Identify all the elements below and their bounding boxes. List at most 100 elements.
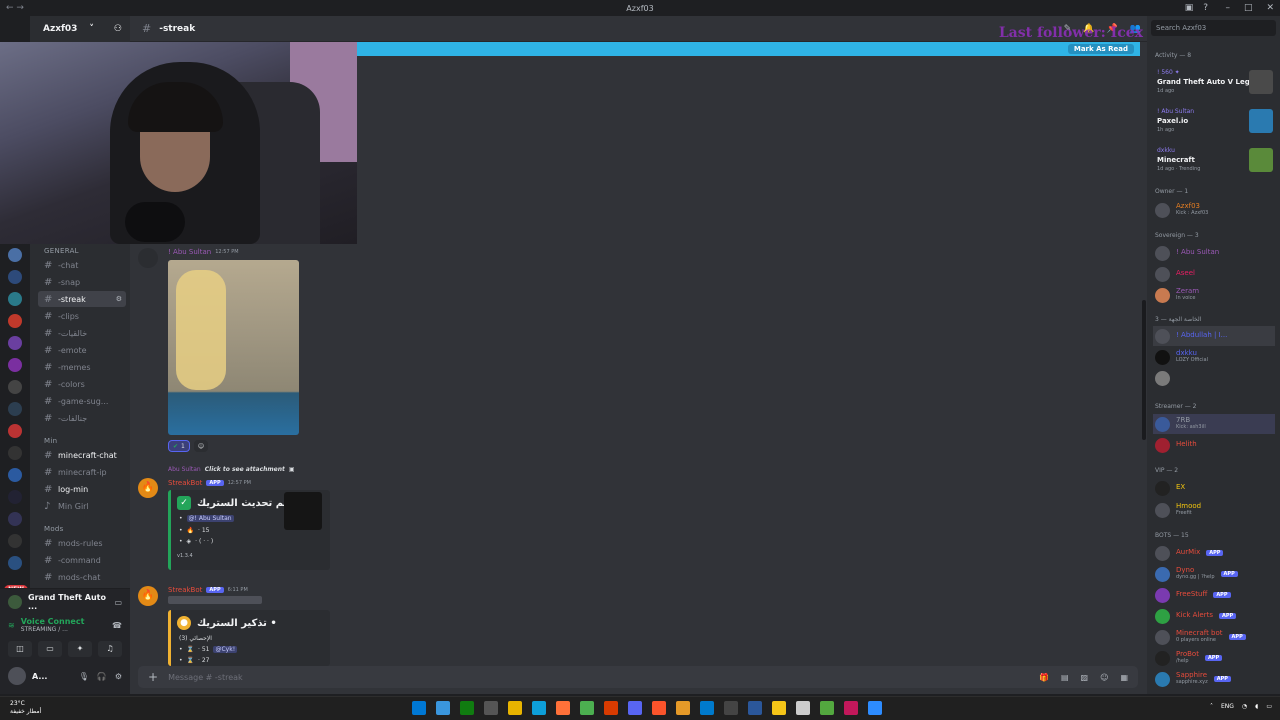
- activity-card[interactable]: ! Abu Sultan Paxel.io 1h ago: [1153, 107, 1275, 143]
- taskbar-app-icon[interactable]: [796, 701, 810, 715]
- emoji-icon[interactable]: ☺: [1100, 673, 1108, 682]
- member-item[interactable]: Zeram In voice: [1153, 285, 1275, 305]
- channel-item[interactable]: # -command: [38, 552, 126, 568]
- member-item[interactable]: Dyno dyno.gg | ?help APP: [1153, 564, 1275, 584]
- taskbar-app-icon[interactable]: [508, 701, 522, 715]
- close-button[interactable]: ✕: [1266, 3, 1274, 13]
- member-item[interactable]: dxkku LOZY Official: [1153, 347, 1275, 367]
- server-icon[interactable]: [8, 402, 22, 416]
- plus-icon[interactable]: +: [148, 670, 158, 684]
- server-icon[interactable]: [8, 314, 22, 328]
- message-author[interactable]: StreakBot: [168, 479, 202, 487]
- taskbar-app-icon[interactable]: [676, 701, 690, 715]
- server-icon[interactable]: [8, 248, 22, 262]
- category-min[interactable]: Min: [44, 437, 57, 445]
- reaction-check[interactable]: ✔ 1: [168, 440, 190, 452]
- channel-item[interactable]: # -chat: [38, 257, 126, 273]
- chevron-up-icon[interactable]: ˄: [1210, 703, 1213, 710]
- taskbar-app-icon[interactable]: [436, 701, 450, 715]
- channel-item[interactable]: # -خالقيات: [38, 325, 126, 341]
- member-item[interactable]: [1153, 368, 1275, 388]
- volume-icon[interactable]: ◖: [1255, 703, 1258, 710]
- voice-status[interactable]: ≋ Voice Connect STREAMING / ... ☎: [0, 617, 130, 633]
- channel-item[interactable]: # -memes: [38, 359, 126, 375]
- channel-item[interactable]: # -game-sug...: [38, 393, 126, 409]
- system-tray[interactable]: ˄ ENG ◔ ◖ ▭: [1210, 703, 1272, 710]
- category-general[interactable]: GENERAL: [44, 247, 79, 255]
- taskbar-app-icon[interactable]: [844, 701, 858, 715]
- soundboard-button[interactable]: ♫: [98, 641, 122, 657]
- server-icon[interactable]: [8, 556, 22, 570]
- server-icon[interactable]: [8, 490, 22, 504]
- server-icon[interactable]: [8, 270, 22, 284]
- category-mods[interactable]: Mods: [44, 525, 64, 533]
- fire-avatar[interactable]: 🔥: [138, 478, 158, 498]
- server-icon[interactable]: [8, 446, 22, 460]
- camera-button[interactable]: ◫: [8, 641, 32, 657]
- taskbar-app-icon[interactable]: [820, 701, 834, 715]
- fire-avatar[interactable]: 🔥: [138, 586, 158, 606]
- reply-preview[interactable]: Abu Sultan Click to see attachment ▣: [168, 466, 295, 473]
- server-icon[interactable]: [8, 512, 22, 526]
- member-item[interactable]: Minecraft bot 0 players online APP: [1153, 627, 1275, 647]
- member-item[interactable]: Kick Alerts APP: [1153, 606, 1275, 626]
- server-icon[interactable]: [8, 468, 22, 482]
- scrollbar[interactable]: [1142, 300, 1146, 440]
- taskbar-app-icon[interactable]: [724, 701, 738, 715]
- channel-item[interactable]: # -colors: [38, 376, 126, 392]
- game-activity[interactable]: Grand Theft Auto ... ▭: [0, 593, 130, 611]
- member-item[interactable]: Helith: [1153, 435, 1275, 455]
- activity-card[interactable]: ! 560 ✦ Grand Theft Auto V Lega... 1d ag…: [1153, 68, 1275, 104]
- activity-card[interactable]: dxkku Minecraft 1d ago · Trending: [1153, 146, 1275, 182]
- server-icon[interactable]: [8, 292, 22, 306]
- sticker-icon[interactable]: ▨: [1081, 673, 1089, 682]
- server-header[interactable]: Azxf03 ˅ ⚇: [30, 16, 130, 42]
- user-panel[interactable]: A... 🎙 🎧 ⚙: [0, 667, 130, 685]
- server-icon[interactable]: [8, 336, 22, 350]
- taskbar-app-icon[interactable]: [700, 701, 714, 715]
- channel-item[interactable]: # minecraft-chat: [38, 447, 126, 463]
- channel-item[interactable]: # -emote: [38, 342, 126, 358]
- maximize-button[interactable]: □: [1244, 3, 1253, 13]
- server-icon[interactable]: [8, 534, 22, 548]
- image-attachment[interactable]: [168, 260, 299, 435]
- channel-item[interactable]: # -جنالفات: [38, 410, 126, 426]
- member-item[interactable]: ! Abu Sultan: [1153, 243, 1275, 263]
- taskbar-app-icon[interactable]: [748, 701, 762, 715]
- member-item[interactable]: 7RB Kick: ash3ill: [1153, 414, 1275, 434]
- mention[interactable]: @Cyk!: [213, 646, 238, 653]
- message-author[interactable]: StreakBot: [168, 586, 202, 594]
- screen-icon[interactable]: ▭: [114, 598, 122, 607]
- channel-item[interactable]: # -clips: [38, 308, 126, 324]
- member-item[interactable]: AurMix APP: [1153, 543, 1275, 563]
- taskbar-app-icon[interactable]: [556, 701, 570, 715]
- channel-item[interactable]: # minecraft-ip: [38, 464, 126, 480]
- gear-icon[interactable]: ⚙: [116, 295, 122, 303]
- activities-button[interactable]: ✦: [68, 641, 92, 657]
- taskbar-app-icon[interactable]: [460, 701, 474, 715]
- gif-icon[interactable]: ▤: [1061, 673, 1069, 682]
- member-item[interactable]: Azxf03 Kick : Azxf03: [1153, 200, 1275, 220]
- message-composer[interactable]: + Message # -streak 🎁 ▤ ▨ ☺ ▦: [138, 666, 1138, 688]
- taskbar-app-icon[interactable]: [604, 701, 618, 715]
- add-member-icon[interactable]: ⚇: [114, 24, 122, 34]
- start-button[interactable]: [412, 701, 426, 715]
- avatar[interactable]: [8, 667, 26, 685]
- member-item[interactable]: EX: [1153, 478, 1275, 498]
- taskbar-app-icon[interactable]: [772, 701, 786, 715]
- channel-item[interactable]: ♪ Min Girl: [38, 498, 126, 514]
- taskbar-app-icon[interactable]: [580, 701, 594, 715]
- channel-item[interactable]: # -snap: [38, 274, 126, 290]
- channel-item[interactable]: # mods-rules: [38, 535, 126, 551]
- taskbar-app-icon[interactable]: [652, 701, 666, 715]
- server-icon[interactable]: [8, 424, 22, 438]
- member-item[interactable]: ProBot/help APP: [1153, 648, 1275, 668]
- gift-icon[interactable]: 🎁: [1039, 673, 1049, 682]
- mark-as-read-button[interactable]: Mark As Read: [1067, 44, 1134, 54]
- avatar[interactable]: [138, 248, 158, 268]
- share-screen-button[interactable]: ▭: [38, 641, 62, 657]
- mention[interactable]: @! Abu Sultan: [186, 515, 234, 522]
- server-icon[interactable]: [8, 358, 22, 372]
- channel-item-active[interactable]: # -streak ⚙: [38, 291, 126, 307]
- server-icon[interactable]: [8, 380, 22, 394]
